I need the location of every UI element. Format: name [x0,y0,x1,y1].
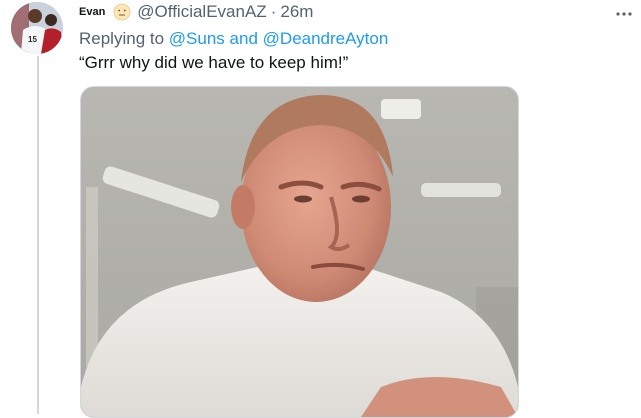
thread-line [37,56,39,414]
replying-to: Replying to @Suns and @DeandreAyton [79,29,388,49]
mention-deandre-ayton[interactable]: @DeandreAyton [263,29,389,48]
tweet[interactable]: 15 Evan @OfficialEvanAZ · 26m Replying t… [0,0,641,418]
tweet-media-image[interactable] [80,86,519,418]
replying-connector[interactable]: and [230,29,258,48]
neutral-face-emoji-icon [113,3,131,21]
replying-prefix: Replying to [79,29,165,48]
avatar[interactable]: 15 [11,2,63,54]
display-name[interactable]: Evan [79,6,105,18]
tweet-text: “Grrr why did we have to keep him!” [79,53,349,72]
author-handle[interactable]: @OfficialEvanAZ [137,2,266,22]
separator-dot: · [270,2,277,21]
mention-suns[interactable]: @Suns [169,29,225,48]
tweet-header: Evan @OfficialEvanAZ · 26m [79,1,313,23]
timestamp[interactable]: 26m [280,2,313,22]
more-options-icon[interactable] [615,6,633,22]
svg-text:15: 15 [28,35,37,44]
